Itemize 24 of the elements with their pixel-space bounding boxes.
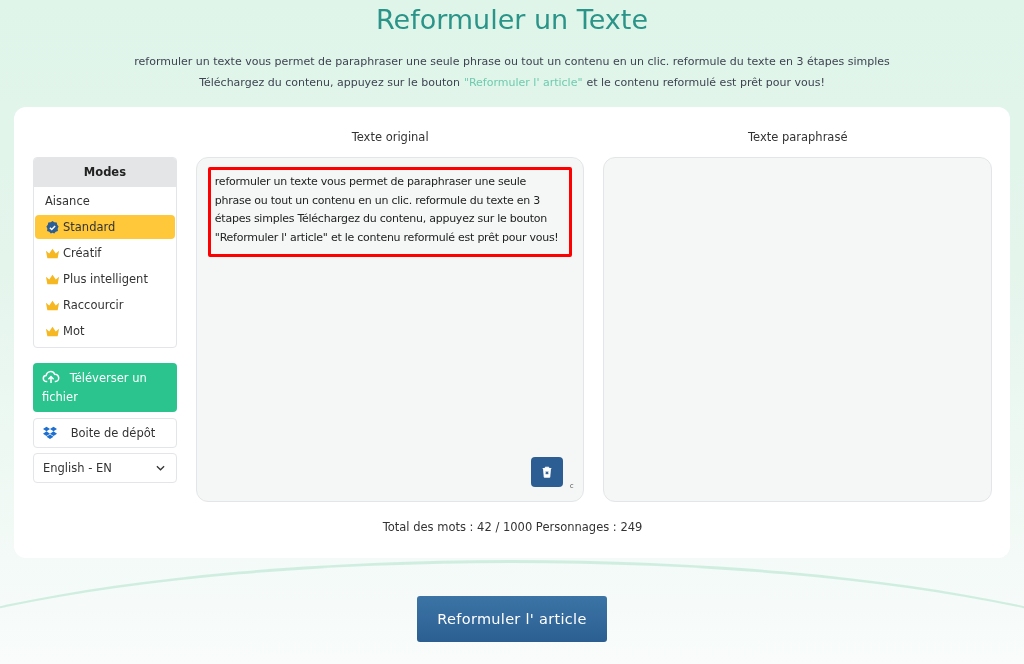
pane-label: Texte original xyxy=(350,130,430,146)
original-text-area[interactable] xyxy=(195,157,585,502)
original-text: reformuler un texte vous permet de paraphraser une seule phrase ou tout un contenu en un clic. reformule du texte en 3 étapes simples Téléchargez du contenu, appuyez sur le bouton "Reformuler l' article" et le contenu reformulé est prêt pour vous! xyxy=(207,167,573,257)
dropbox-button[interactable]: Boite de dépôt xyxy=(33,418,177,448)
intro-text: et le contenu reformulé est prêt pour vous! xyxy=(586,76,825,89)
intro-text: Téléchargez du contenu, appuyez sur le bouton xyxy=(199,76,460,89)
mode-item[interactable]: Standard xyxy=(35,215,175,239)
mode-item[interactable]: Aisance xyxy=(35,189,175,213)
dropbox-icon xyxy=(43,426,57,439)
language-select[interactable]: English - EN xyxy=(33,453,177,483)
delete-button[interactable] xyxy=(530,457,563,487)
page-title: Reformuler un Texte xyxy=(375,4,648,37)
intro-text: reformuler un texte vous permet de paraphraser une seule phrase ou tout un contenu en un clic. reformule du texte en 3 étapes simples xyxy=(134,55,890,69)
mode-item[interactable]: Raccourcir xyxy=(35,293,175,317)
verified-badge-icon xyxy=(45,219,60,235)
modes-header: Modes xyxy=(34,158,176,187)
rephrase-button[interactable]: Reformuler l' article xyxy=(417,596,607,642)
chevron-down-icon xyxy=(155,465,165,471)
mode-item[interactable]: Créatif xyxy=(35,241,175,265)
word-count: Total des mots : 42 / 1000 Personnages : 249 xyxy=(381,520,644,534)
mode-item[interactable]: Plus intelligent xyxy=(35,267,175,291)
pane-label: Texte paraphrasé xyxy=(746,130,849,146)
mode-item[interactable]: Mot xyxy=(35,319,175,343)
cloud-upload-icon xyxy=(42,368,60,386)
